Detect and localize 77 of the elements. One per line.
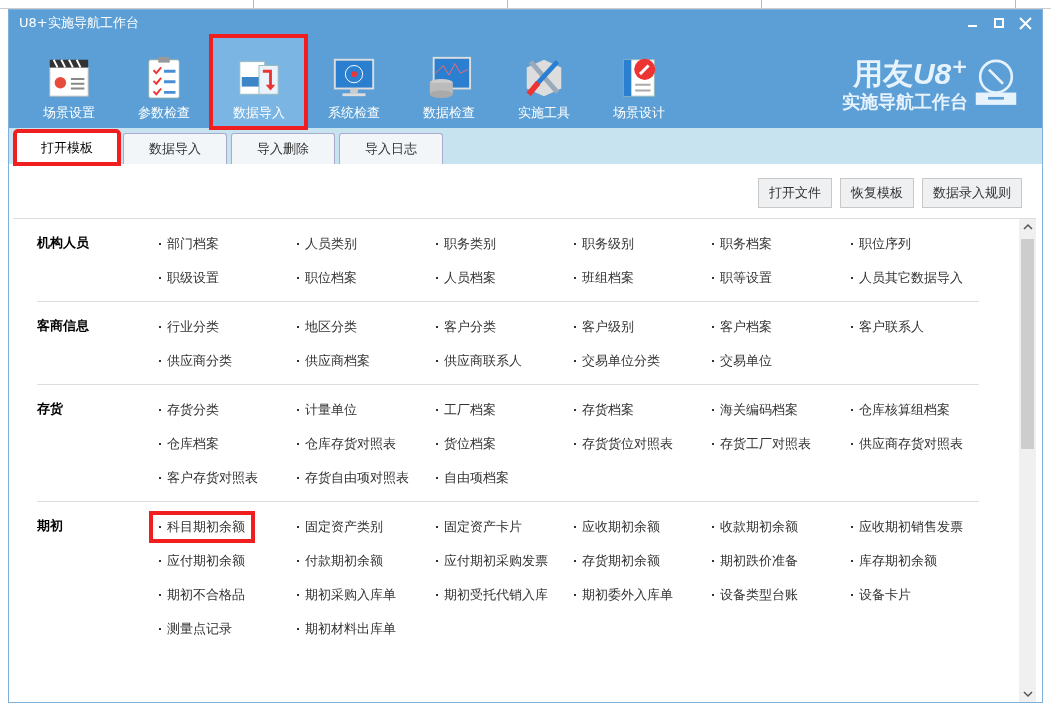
template-link[interactable]: 职等设置 — [720, 267, 773, 289]
template-link[interactable]: 客户级别 — [582, 316, 634, 338]
tab[interactable]: 打开模板 — [15, 131, 119, 164]
template-link[interactable]: 期初受托代销入库 — [443, 584, 548, 606]
template-link[interactable]: 存货工厂对照表 — [720, 433, 812, 455]
template-link[interactable]: 测量点记录 — [167, 618, 232, 640]
template-link[interactable]: 仓库档案 — [167, 433, 219, 455]
template-link[interactable]: 供应商档案 — [305, 350, 371, 372]
template-link[interactable]: 付款期初余额 — [305, 550, 384, 572]
template-link[interactable]: 职务类别 — [443, 233, 496, 255]
template-link[interactable]: 人员档案 — [443, 267, 496, 289]
template-link[interactable]: 应收期初余额 — [582, 516, 660, 538]
template-link[interactable]: 供应商分类 — [167, 350, 232, 372]
template-link[interactable]: 应付期初余额 — [167, 550, 245, 572]
tab[interactable]: 导入删除 — [231, 133, 335, 164]
action-button[interactable]: 恢复模板 — [840, 178, 914, 208]
template-link[interactable]: 期初采购入库单 — [305, 584, 397, 606]
template-link[interactable]: 库存期初余额 — [858, 550, 937, 572]
template-link[interactable]: 交易单位 — [720, 350, 773, 372]
template-link[interactable]: 存货自由项对照表 — [305, 467, 410, 489]
scrollbar[interactable] — [1019, 219, 1036, 702]
template-link[interactable]: 客户分类 — [443, 316, 496, 338]
template-link[interactable]: 期初跌价准备 — [720, 550, 799, 572]
template-link[interactable]: 设备卡片 — [858, 584, 911, 606]
template-link[interactable]: 设备类型台账 — [720, 584, 799, 606]
window-title: U8+实施导航工作台 — [19, 14, 139, 32]
template-link[interactable]: 存货期初余额 — [582, 550, 660, 572]
template-link[interactable]: 固定资产卡片 — [443, 516, 522, 538]
template-link[interactable]: 海关编码档案 — [720, 399, 799, 421]
template-link[interactable]: 期初不合格品 — [167, 584, 245, 606]
section-title: 机构人员 — [37, 234, 90, 252]
template-link[interactable]: 人员其它数据导入 — [858, 267, 963, 289]
action-button[interactable]: 打开文件 — [758, 178, 832, 208]
tab[interactable]: 导入日志 — [339, 133, 443, 164]
template-link[interactable]: 职务级别 — [582, 233, 634, 255]
template-link[interactable]: 工厂档案 — [443, 399, 496, 421]
template-link[interactable]: 存货货位对照表 — [582, 433, 673, 455]
template-link[interactable]: 班组档案 — [582, 267, 634, 289]
template-link[interactable]: 客户档案 — [720, 316, 773, 338]
scroll-up-icon[interactable] — [1022, 223, 1033, 231]
template-link[interactable]: 仓库核算组档案 — [858, 399, 950, 421]
template-link[interactable]: 存货档案 — [582, 399, 634, 421]
tab[interactable]: 数据导入 — [123, 133, 227, 164]
template-link[interactable]: 仓库存货对照表 — [305, 433, 397, 455]
template-link[interactable]: 部门档案 — [167, 233, 219, 255]
scroll-down-icon[interactable] — [1022, 690, 1033, 698]
template-link[interactable]: 应付期初采购发票 — [443, 550, 548, 572]
template-link[interactable]: 供应商联系人 — [443, 350, 522, 372]
scroll-thumb[interactable] — [1021, 239, 1034, 449]
template-link[interactable]: 自由项档案 — [443, 467, 509, 489]
template-link[interactable]: 职级设置 — [167, 267, 219, 289]
logo: 用友U8$^{+}$ 实施导航工作台 — [842, 36, 1042, 128]
template-link[interactable]: 职位序列 — [858, 233, 911, 255]
section-title: 期初 — [37, 517, 64, 535]
template-link[interactable]: 交易单位分类 — [582, 350, 660, 372]
template-link[interactable]: 应收期初销售发票 — [858, 516, 963, 538]
section-title: 存货 — [37, 400, 64, 418]
maximize-icon[interactable] — [993, 17, 1005, 29]
template-link[interactable]: 计量单位 — [305, 399, 358, 421]
template-link[interactable]: 客户存货对照表 — [167, 467, 258, 489]
template-link[interactable]: 地区分类 — [305, 316, 358, 338]
template-link[interactable]: 货位档案 — [443, 433, 496, 455]
template-link[interactable]: 期初材料出库单 — [305, 618, 397, 640]
template-link[interactable]: 固定资产类别 — [305, 516, 384, 538]
close-icon[interactable] — [1019, 16, 1032, 30]
template-link[interactable]: 期初委外入库单 — [582, 584, 673, 606]
template-link[interactable]: 供应商存货对照表 — [858, 433, 963, 455]
template-link[interactable]: 职位档案 — [305, 267, 358, 289]
template-link[interactable]: 职务档案 — [720, 233, 773, 255]
template-link[interactable]: 收款期初余额 — [720, 516, 799, 538]
template-link[interactable]: 科目期初余额 — [167, 516, 245, 538]
template-link[interactable]: 存货分类 — [167, 399, 219, 421]
section-title: 客商信息 — [37, 317, 90, 335]
action-button[interactable]: 数据录入规则 — [922, 178, 1022, 208]
template-link[interactable]: 行业分类 — [167, 316, 219, 338]
template-link[interactable]: 客户联系人 — [858, 316, 924, 338]
template-link[interactable]: 人员类别 — [305, 233, 358, 255]
